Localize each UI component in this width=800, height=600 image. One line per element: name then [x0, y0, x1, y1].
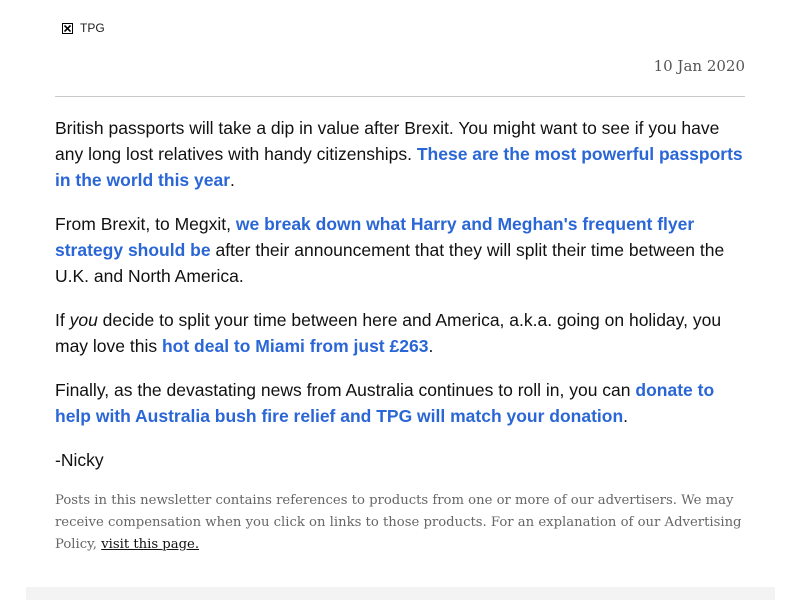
- paragraph-miami-deal: If you decide to split your time between…: [55, 310, 722, 356]
- header-divider: [55, 96, 745, 97]
- link-advertising-policy[interactable]: visit this page.: [101, 537, 199, 552]
- paragraph-megxit: From Brexit, to Megxit, we break down wh…: [55, 214, 725, 286]
- logo-alt-text: TPG: [80, 21, 105, 35]
- newsletter-date: 10 Jan 2020: [653, 57, 745, 75]
- link-miami-deal[interactable]: hot deal to Miami from just £263: [162, 336, 428, 356]
- tpg-logo[interactable]: TPG: [62, 21, 105, 35]
- footer-band: [26, 587, 775, 600]
- newsletter-body: British passports will take a dip in val…: [55, 115, 750, 491]
- paragraph-passports: British passports will take a dip in val…: [55, 118, 743, 190]
- paragraph-australia: Finally, as the devastating news from Au…: [55, 380, 715, 426]
- signoff: -Nicky: [55, 450, 104, 470]
- advertiser-disclaimer: Posts in this newsletter contains refere…: [55, 493, 742, 552]
- broken-image-icon: [62, 22, 73, 34]
